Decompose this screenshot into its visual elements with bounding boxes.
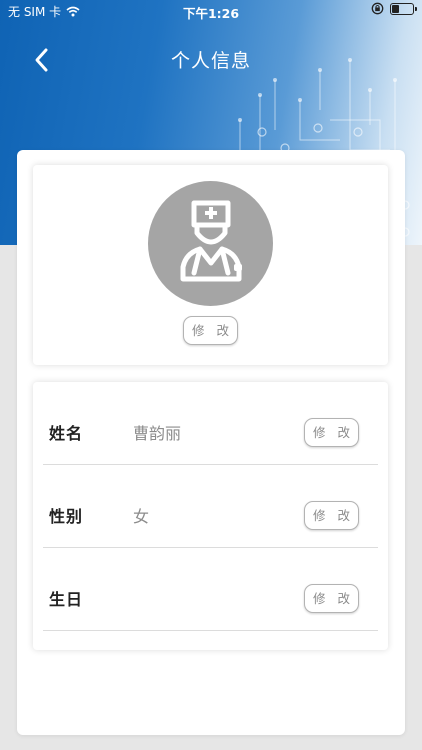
birthday-label: 生日 — [49, 590, 84, 609]
name-label: 姓名 — [49, 424, 84, 443]
orientation-lock-icon — [371, 2, 384, 15]
name-value: 曹韵丽 — [133, 424, 182, 443]
gender-value: 女 — [133, 507, 150, 526]
page-title: 个人信息 — [170, 50, 251, 72]
avatar[interactable] — [148, 181, 273, 306]
battery-icon — [390, 2, 417, 15]
battery-level — [392, 4, 399, 13]
info-row-birthday: 生日 修 改 — [43, 548, 378, 631]
status-time: 下午1:26 — [182, 6, 240, 21]
info-row-gender: 性别 女 修 改 — [43, 465, 378, 548]
avatar-panel: 修 改 — [33, 165, 388, 365]
gender-label: 性别 — [49, 507, 84, 526]
info-row-name: 姓名 曹韵丽 修 改 — [43, 382, 378, 465]
edit-name-button[interactable]: 修 改 — [304, 418, 359, 447]
edit-birthday-button[interactable]: 修 改 — [304, 584, 359, 613]
info-panel: 姓名 曹韵丽 修 改 性别 女 修 改 生日 修 改 — [33, 382, 388, 650]
profile-card: 修 改 姓名 曹韵丽 修 改 性别 女 修 改 生日 修 改 — [17, 150, 405, 735]
edit-avatar-button[interactable]: 修 改 — [183, 316, 238, 345]
status-bar: 无 SIM 卡 下午1:26 — [0, 0, 422, 22]
edit-gender-button[interactable]: 修 改 — [304, 501, 359, 530]
status-right — [371, 2, 417, 15]
doctor-avatar-icon — [180, 200, 242, 282]
